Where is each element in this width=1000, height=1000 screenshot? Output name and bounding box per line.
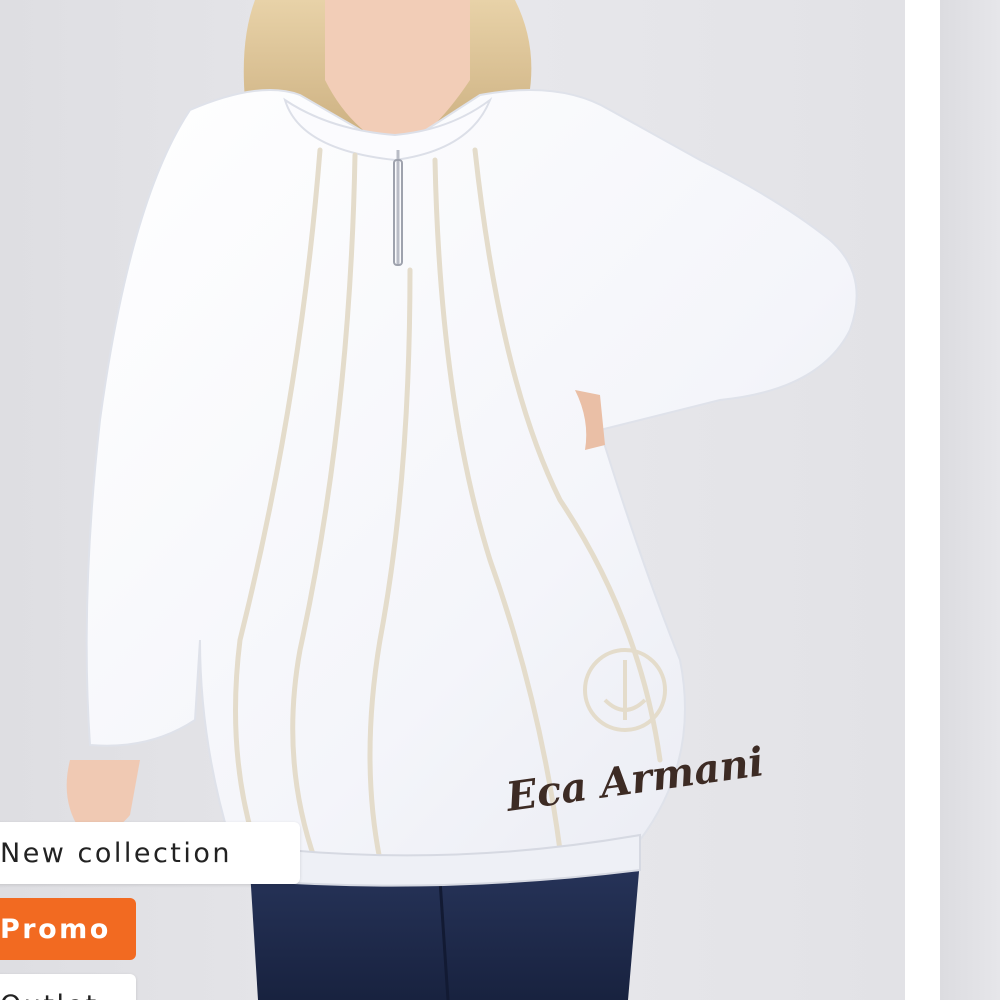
badge-outlet[interactable]: Outlet: [0, 974, 136, 1000]
badge-new-collection[interactable]: New collection: [0, 822, 300, 884]
gallery-gutter: [905, 0, 940, 1000]
badge-stack: New collection Promo Outlet: [0, 820, 310, 1000]
product-gallery: Eca Armani New collection Promo Outlet: [0, 0, 1000, 1000]
badge-promo[interactable]: Promo: [0, 898, 136, 960]
next-product-image[interactable]: [940, 0, 1000, 1000]
